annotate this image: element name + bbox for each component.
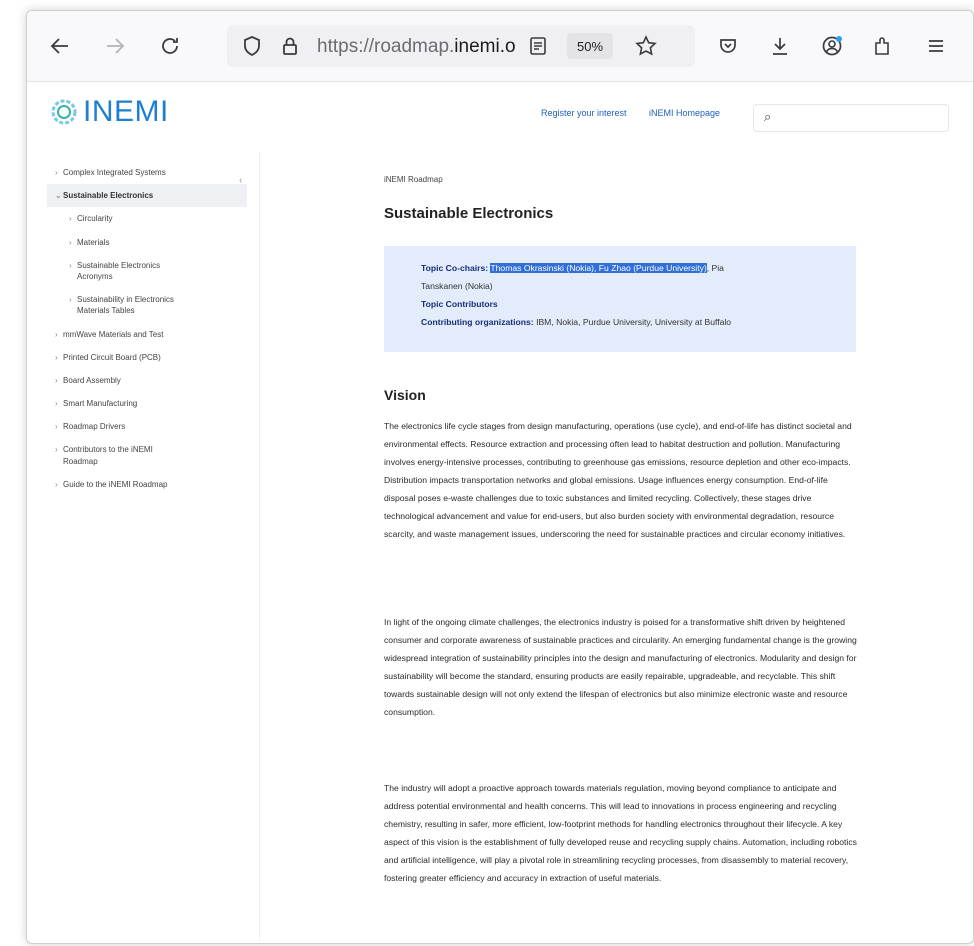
sidebar-item-materials-tables[interactable]: › Sustainability in Electronics Materials… xyxy=(47,288,215,322)
register-interest-link[interactable]: Register your interest xyxy=(541,108,627,118)
chevron-right-icon: › xyxy=(55,375,58,385)
chevron-right-icon: › xyxy=(55,168,58,177)
topic-info-box: Topic Co-chairs: Thomas Okrasinski (Noki… xyxy=(384,246,856,352)
chevron-right-icon: › xyxy=(55,422,58,432)
reader-view-icon[interactable] xyxy=(523,31,553,61)
chevron-right-icon: › xyxy=(55,399,58,409)
extensions-icon[interactable] xyxy=(867,31,897,61)
collapse-sidebar-icon[interactable]: ‹ xyxy=(239,175,242,186)
sidebar-item-complex-integrated-systems[interactable]: › Complex Integrated Systems xyxy=(47,161,247,184)
download-icon[interactable] xyxy=(765,31,795,61)
co-chairs-line-2: Tanskanen (Nokia) xyxy=(421,281,493,291)
chevron-right-icon: › xyxy=(69,260,72,270)
search-input[interactable] xyxy=(782,109,936,127)
back-arrow-icon[interactable] xyxy=(45,31,75,61)
sidebar-item-pcb[interactable]: › Printed Circuit Board (PCB) xyxy=(47,346,247,369)
inemi-logo[interactable]: INEMI xyxy=(47,94,169,130)
sidebar-item-materials[interactable]: › Materials xyxy=(47,231,247,254)
chevron-right-icon: › xyxy=(55,329,58,339)
chevron-down-icon: ⌄ xyxy=(55,191,62,201)
contributing-orgs-line: Contributing organizations: IBM, Nokia, … xyxy=(421,317,732,327)
zoom-level[interactable]: 50% xyxy=(567,33,613,59)
chevron-right-icon: › xyxy=(55,352,58,362)
account-icon[interactable] xyxy=(817,31,847,61)
sidebar-divider xyxy=(259,151,260,941)
menu-icon[interactable] xyxy=(921,31,951,61)
search-icon[interactable]: ⌕ xyxy=(764,109,771,125)
gear-logo-icon xyxy=(51,99,77,125)
sidebar-item-board-assembly[interactable]: › Board Assembly xyxy=(47,369,247,392)
reload-icon[interactable] xyxy=(155,31,185,61)
breadcrumb[interactable]: iNEMI Roadmap xyxy=(384,175,443,184)
shield-icon[interactable] xyxy=(237,31,267,61)
sidebar-item-smart-manufacturing[interactable]: › Smart Manufacturing xyxy=(47,392,247,415)
topic-contributors-link[interactable]: Topic Contributors xyxy=(421,296,498,312)
co-chairs-line: Topic Co-chairs: Thomas Okrasinski (Noki… xyxy=(421,263,724,273)
logo-text: INEMI xyxy=(83,95,169,128)
site-header: INEMI Register your interest iNEMI Homep… xyxy=(27,82,973,142)
chevron-right-icon: › xyxy=(69,295,72,305)
sidebar-item-circularity[interactable]: › Circularity xyxy=(47,207,247,230)
sidebar-item-roadmap-drivers[interactable]: › Roadmap Drivers xyxy=(47,415,247,438)
browser-toolbar: https://roadmap.inemi.o 50% xyxy=(27,11,973,82)
url-bar[interactable]: https://roadmap.inemi.o 50% xyxy=(227,25,695,67)
chevron-right-icon: › xyxy=(55,479,58,489)
lock-icon[interactable] xyxy=(275,31,305,61)
browser-window: https://roadmap.inemi.o 50% INEMI Regist… xyxy=(26,10,974,944)
vision-paragraph-3: The industry will adopt a proactive appr… xyxy=(384,783,857,883)
sidebar-item-guide[interactable]: › Guide to the iNEMI Roadmap xyxy=(47,473,247,496)
url-text[interactable]: https://roadmap.inemi.o xyxy=(317,36,517,58)
search-box[interactable]: ⌕ xyxy=(753,104,949,132)
vision-paragraph-1: The electronics life cycle stages from d… xyxy=(384,421,852,539)
vision-heading: Vision xyxy=(384,387,426,403)
forward-arrow-icon[interactable] xyxy=(100,31,130,61)
chevron-right-icon: › xyxy=(55,445,58,455)
vision-paragraph-2: In light of the ongoing climate challeng… xyxy=(384,617,857,717)
chevron-right-icon: › xyxy=(69,214,72,224)
selected-text[interactable]: Thomas Okrasinski (Nokia), Fu Zhao (Purd… xyxy=(490,263,707,273)
inemi-homepage-link[interactable]: iNEMI Homepage xyxy=(649,108,720,118)
sidebar-nav: › Complex Integrated Systems ⌄ Sustainable… xyxy=(47,161,247,496)
sidebar-item-acronyms[interactable]: › Sustainable Electronics Acronyms xyxy=(47,254,205,288)
sidebar-item-contributors[interactable]: › Contributors to the iNEMI Roadmap xyxy=(47,438,191,472)
chevron-right-icon: › xyxy=(69,237,72,247)
pocket-icon[interactable] xyxy=(713,31,743,61)
sidebar-item-mmwave[interactable]: › mmWave Materials and Test xyxy=(47,323,247,346)
bookmark-star-icon[interactable] xyxy=(631,31,661,61)
sidebar-item-sustainable-electronics[interactable]: ⌄ Sustainable Electronics xyxy=(47,184,247,208)
page-title: Sustainable Electronics xyxy=(384,205,554,222)
